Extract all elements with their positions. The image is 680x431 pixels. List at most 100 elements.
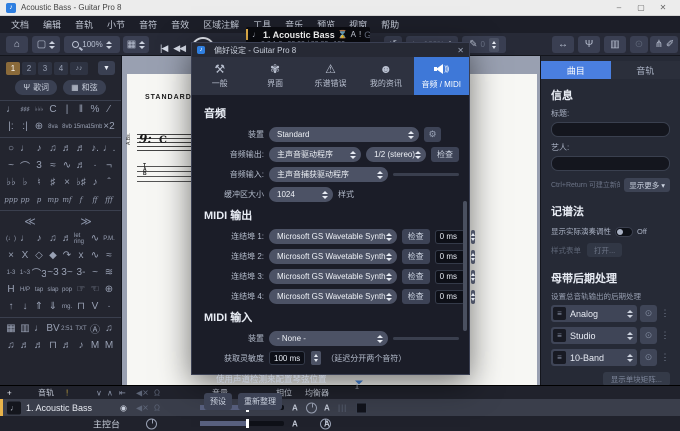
latency-input[interactable]: 0 ms [435, 290, 465, 304]
palette-glyph[interactable]: ♪ [32, 230, 46, 247]
artist-input[interactable] [551, 156, 670, 171]
palette-glyph[interactable]: ∿ [88, 230, 102, 247]
palette-glyph[interactable]: rng. [60, 298, 74, 315]
string-detection-link[interactable]: 使用声道检测来配置琴弦位置 [216, 373, 459, 385]
palette-glyph[interactable]: 3~ [60, 264, 74, 281]
palette-glyph[interactable]: Ⓐ [88, 320, 102, 337]
menu-item[interactable]: 文档 [4, 18, 36, 31]
virtual-keyboard-button[interactable]: ▥ [604, 36, 626, 53]
palette-glyph[interactable]: ⌒ [18, 157, 32, 174]
palette-glyph[interactable]: ♭♯ [74, 174, 88, 191]
palette-glyph[interactable]: ♪ [88, 174, 102, 191]
palette-glyph[interactable]: ♬ [74, 157, 88, 174]
chords-button[interactable]: ▦和弦 [63, 80, 106, 95]
palette-glyph[interactable]: 1-3 [4, 264, 18, 281]
palette-dropdown-button[interactable]: ▼ [98, 61, 115, 75]
palette-glyph[interactable]: ♩ [18, 230, 32, 247]
palette-glyph[interactable]: mp [46, 191, 60, 208]
palette-glyph[interactable]: ♬ [60, 230, 74, 247]
palette-glyph[interactable]: M [102, 337, 116, 354]
dialog-titlebar[interactable]: ♪ 偏好设定 - Guitar Pro 8 ✕ [192, 43, 469, 57]
midi-in-level-slider[interactable] [393, 337, 459, 340]
palette-glyph[interactable]: ≋ [102, 264, 116, 281]
palette-glyph[interactable]: V [88, 298, 102, 315]
voice-3-button[interactable]: 3 [38, 62, 52, 75]
more-button[interactable]: ⋮ [660, 305, 670, 322]
palette-glyph[interactable]: tap [32, 281, 46, 298]
mastering-slot-select[interactable]: ≡Analog [551, 305, 637, 322]
midi-port-select[interactable]: Microsoft GS Wavetable Synth [269, 249, 397, 264]
palette-glyph[interactable]: · [102, 298, 116, 315]
zoom-control[interactable]: 100% [64, 36, 120, 53]
metronome-icon[interactable]: ⌛ [338, 30, 348, 39]
show-pedalboard-button[interactable]: 显示单块矩阵... [603, 372, 670, 386]
sensitivity-input[interactable]: 100 ms [269, 351, 305, 365]
multi-voice-button[interactable]: ♪♪ [70, 62, 88, 75]
palette-glyph[interactable]: ♩ [4, 101, 18, 118]
palette-glyph[interactable]: ♪. [88, 140, 102, 157]
palette-glyph[interactable]: ☞ [74, 281, 88, 298]
palette-glyph[interactable]: slap [46, 281, 60, 298]
palette-glyph[interactable]: ♬ [32, 337, 46, 354]
rewind-button[interactable]: ◀◀ [173, 43, 185, 54]
palette-glyph[interactable]: ⁄ [102, 101, 116, 118]
palette-glyph[interactable]: 2:51 [60, 320, 74, 337]
open-stylesheet-button[interactable]: 打开... [587, 243, 622, 257]
palette-glyph[interactable]: P.M. [102, 230, 116, 247]
mastering-slot-select[interactable]: ≡Studio [551, 327, 637, 344]
palette-glyph[interactable]: x [74, 247, 88, 264]
palette-glyph[interactable]: H/P [18, 281, 32, 298]
master-row[interactable]: 主控台 A A [0, 416, 680, 431]
stepper-icon[interactable] [471, 290, 475, 304]
palette-glyph[interactable]: 3- [74, 264, 88, 281]
power-button[interactable]: ⊙ [640, 305, 657, 322]
palette-glyph[interactable]: pop [60, 281, 74, 298]
eye-icon[interactable]: ◉ [120, 403, 127, 412]
menu-item[interactable]: 小节 [100, 18, 132, 31]
palette-glyph[interactable]: let ring [74, 230, 88, 247]
buffer-size-select[interactable]: 1024 [269, 187, 333, 202]
palette-glyph[interactable]: ↑ [4, 298, 18, 315]
output-channels-select[interactable]: 1/2 (stereo) [366, 147, 426, 162]
palette-glyph[interactable]: % [88, 101, 102, 118]
palette-glyph[interactable]: ⊕ [32, 118, 46, 135]
palette-glyph[interactable]: ☜ [88, 281, 102, 298]
dialog-tab-一般[interactable]: ⚒一般 [192, 57, 247, 95]
display-mode-button[interactable]: ▢ [32, 36, 60, 53]
palette-glyph[interactable]: × [4, 247, 18, 264]
palette-glyph[interactable]: mf [60, 191, 74, 208]
menu-item[interactable]: 音轨 [68, 18, 100, 31]
midi-port-select[interactable]: Microsoft GS Wavetable Synth [269, 229, 397, 244]
palette-glyph[interactable]: ◇ [32, 247, 46, 264]
palette-glyph[interactable]: ♩ [18, 140, 32, 157]
palette-glyph[interactable]: ◆ [46, 247, 60, 264]
go-to-start-button[interactable]: |◀ [160, 43, 167, 54]
menu-item[interactable]: 音符 [132, 18, 164, 31]
palette-glyph[interactable]: | [60, 101, 74, 118]
check-port-button[interactable]: 检查 [402, 289, 430, 304]
palette-glyph[interactable]: ≪ [4, 213, 60, 230]
more-button[interactable]: ⋮ [660, 349, 670, 366]
palette-glyph[interactable]: ¬ [102, 157, 116, 174]
dialog-scrollbar[interactable] [463, 201, 467, 331]
menu-item[interactable]: 区域注解 [196, 18, 246, 31]
palette-glyph[interactable]: p [32, 191, 46, 208]
mastering-slot-select[interactable]: ≡10-Band [551, 349, 637, 366]
microphone-button[interactable]: Ψ [578, 36, 600, 53]
audio-input-select[interactable]: 主声音捕获驱动程序 [269, 167, 388, 182]
palette-glyph[interactable]: ♫ [46, 140, 60, 157]
maximize-button[interactable]: ▢ [630, 3, 652, 12]
tab-song[interactable]: 曲目 [541, 61, 611, 79]
palette-glyph[interactable]: ♭♭ [4, 174, 18, 191]
tab-track[interactable]: 音轨 [611, 61, 680, 79]
palette-glyph[interactable]: 15ma [74, 118, 88, 135]
check-port-button[interactable]: 检查 [402, 269, 430, 284]
swap-view-button[interactable]: ↔ [552, 36, 574, 53]
palette-glyph[interactable]: pp [18, 191, 32, 208]
palette-glyph[interactable]: ⊓ [74, 298, 88, 315]
tuning-icon[interactable]: A [351, 30, 356, 39]
go-to-start-icon[interactable]: ⇤ [119, 388, 126, 397]
master-volume-automation[interactable]: A [292, 420, 298, 429]
voice-1-button[interactable]: 1 [6, 62, 20, 75]
palette-glyph[interactable]: ≈ [102, 247, 116, 264]
